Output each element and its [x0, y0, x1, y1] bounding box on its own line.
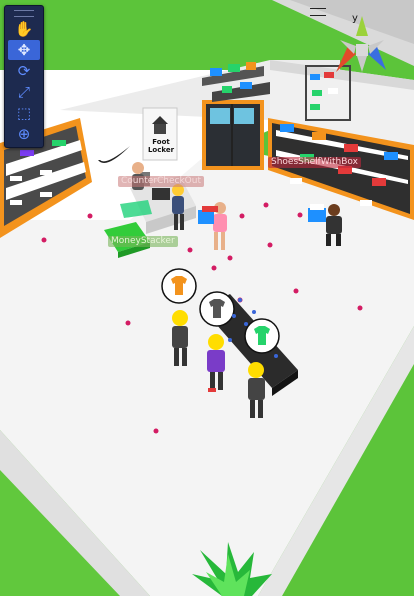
hand-tool-button[interactable]: ✋ [8, 19, 40, 39]
thought-bubble-orange-shirt [161, 268, 197, 304]
editor-tools-panel: ✋ ✥ ⟳ ⤢ ⬚ ⊕ [4, 5, 44, 148]
game-scene[interactable] [0, 0, 414, 596]
rect-tool-button[interactable]: ⬚ [8, 103, 40, 123]
hand-tool-icon: ✋ [14, 20, 34, 38]
scale-tool-icon: ⤢ [17, 83, 30, 101]
money-stacker-label: MoneyStacker [108, 236, 178, 247]
panel-grip[interactable] [14, 10, 34, 17]
thought-bubble-green-shirt [244, 318, 280, 354]
transform-tool-button[interactable]: ⊕ [8, 124, 40, 144]
rotate-tool-button[interactable]: ⟳ [8, 61, 40, 81]
move-tool-button[interactable]: ✥ [8, 40, 40, 60]
scale-tool-button[interactable]: ⤢ [8, 82, 40, 102]
rotate-tool-icon: ⟳ [17, 62, 31, 80]
checkout-label: CounterCheckOut [118, 176, 204, 187]
menu-icon[interactable] [310, 8, 326, 16]
gizmo-axis-label: y [352, 13, 358, 24]
thought-bubble-gray-shirt [199, 291, 235, 327]
rect-tool-icon: ⬚ [16, 104, 32, 122]
store-sign: Foot Locker [147, 138, 175, 154]
shelf-right-label: ShoesShelfWithBox [268, 157, 361, 168]
move-tool-icon: ✥ [17, 41, 31, 59]
transform-tool-icon: ⊕ [17, 125, 31, 143]
